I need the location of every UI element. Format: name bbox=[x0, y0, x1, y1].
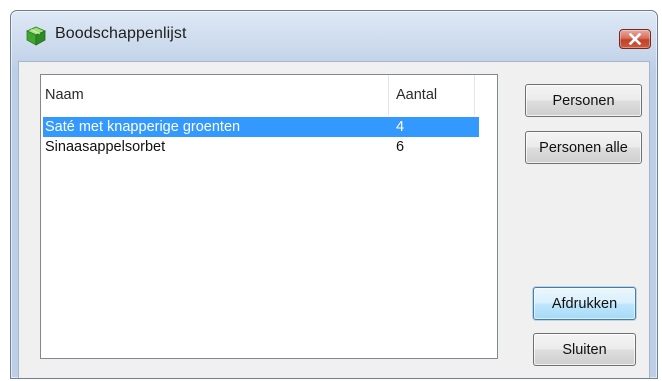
sluiten-button[interactable]: Sluiten bbox=[533, 333, 636, 366]
list-row[interactable]: Saté met knapperige groenten 4 bbox=[43, 117, 479, 137]
row-naam: Saté met knapperige groenten bbox=[45, 119, 241, 135]
personen-button[interactable]: Personen bbox=[525, 84, 642, 117]
list-header: Naam Aantal bbox=[41, 75, 497, 115]
column-header-naam[interactable]: Naam bbox=[41, 75, 389, 115]
dialog-window: Boodschappenlijst Naam Aantal Saté met k… bbox=[10, 10, 658, 379]
close-button[interactable] bbox=[619, 29, 651, 49]
close-icon bbox=[628, 33, 642, 45]
list-row[interactable]: Sinaasappelsorbet 6 bbox=[43, 137, 479, 157]
window-title: Boodschappenlijst bbox=[55, 25, 187, 42]
row-aantal: 6 bbox=[396, 139, 405, 155]
title-bar[interactable]: Boodschappenlijst bbox=[11, 11, 657, 61]
shopping-list-view[interactable]: Naam Aantal Saté met knapperige groenten… bbox=[40, 74, 498, 359]
row-aantal: 4 bbox=[396, 119, 405, 135]
column-header-aantal[interactable]: Aantal bbox=[389, 75, 475, 115]
dialog-content: Naam Aantal Saté met knapperige groenten… bbox=[18, 61, 650, 378]
green-box-icon bbox=[25, 25, 47, 47]
afdrukken-button[interactable]: Afdrukken bbox=[533, 287, 636, 320]
personen-alle-button[interactable]: Personen alle bbox=[525, 131, 642, 164]
row-naam: Sinaasappelsorbet bbox=[45, 139, 166, 155]
